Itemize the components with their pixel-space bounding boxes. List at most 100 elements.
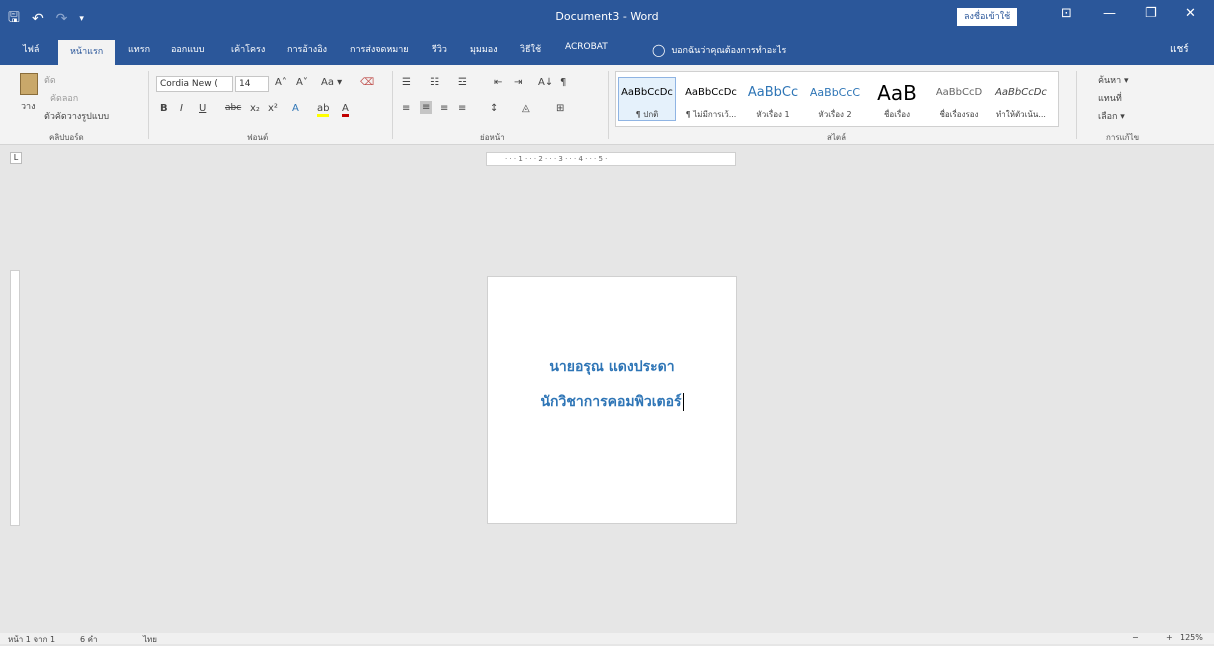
bold-button[interactable]: B bbox=[160, 103, 168, 114]
tab-layout[interactable]: เค้าโครง bbox=[231, 42, 265, 56]
paste-icon[interactable] bbox=[20, 73, 38, 95]
borders-icon[interactable]: ⊞ bbox=[556, 103, 564, 114]
close-icon[interactable]: ✕ bbox=[1185, 6, 1196, 21]
grow-font-button[interactable]: A˄ bbox=[275, 77, 287, 88]
tab-help[interactable]: วิธีใช้ bbox=[520, 42, 541, 56]
status-bar: หน้า 1 จาก 1 6 คำ ไทย − + 125% bbox=[0, 633, 1214, 644]
document-line[interactable]: นักวิชาการคอมพิวเตอร์ bbox=[488, 391, 736, 413]
italic-button[interactable]: I bbox=[180, 103, 183, 114]
tell-me-label: บอกฉันว่าคุณต้องการทำอะไร bbox=[671, 46, 787, 56]
zoom-level[interactable]: 125% bbox=[1180, 633, 1203, 642]
style-title[interactable]: AaB ชื่อเรื่อง bbox=[868, 78, 926, 121]
horizontal-ruler[interactable]: · · · 1 · · · 2 · · · 3 · · · 4 · · · 5 … bbox=[486, 152, 736, 166]
show-marks-icon[interactable]: ¶ bbox=[560, 77, 566, 88]
sort-icon[interactable]: A↓ bbox=[538, 77, 553, 88]
cut-button[interactable]: ตัด bbox=[44, 73, 56, 87]
word-count[interactable]: 6 คำ bbox=[80, 633, 97, 646]
font-label: ฟอนต์ bbox=[247, 133, 269, 142]
share-button[interactable]: แชร์ bbox=[1170, 42, 1189, 57]
tab-review[interactable]: รีวิว bbox=[432, 42, 447, 56]
tab-design[interactable]: ออกแบบ bbox=[171, 42, 205, 56]
redo-icon[interactable]: ↷ bbox=[56, 11, 68, 27]
ribbon-display-icon[interactable]: ⊡ bbox=[1061, 6, 1072, 21]
style-name: ชื่อเรื่อง bbox=[884, 110, 910, 119]
sign-in-button[interactable]: ลงชื่อเข้าใช้ bbox=[957, 8, 1018, 26]
lightbulb-icon: ◯ bbox=[652, 43, 666, 57]
tab-selector[interactable]: L bbox=[10, 152, 22, 164]
format-painter-button[interactable]: ตัวคัดวางรูปแบบ bbox=[44, 109, 109, 123]
tab-mailings[interactable]: การส่งจดหมาย bbox=[350, 42, 409, 56]
strikethrough-button[interactable]: abc bbox=[225, 103, 241, 113]
style-emphasis[interactable]: AaBbCcDc ทำให้ตัวเน้น... bbox=[992, 78, 1050, 121]
tab-view[interactable]: มุมมอง bbox=[470, 42, 498, 56]
style-name: ทำให้ตัวเน้น... bbox=[996, 110, 1046, 119]
tab-home[interactable]: หน้าแรก bbox=[58, 40, 116, 65]
style-heading-1[interactable]: AaBbCc หัวเรื่อง 1 bbox=[744, 78, 802, 121]
vertical-ruler[interactable] bbox=[10, 270, 20, 526]
tab-insert[interactable]: แทรก bbox=[128, 42, 150, 56]
window-title: Document3 - Word bbox=[555, 10, 659, 23]
font-name-select[interactable]: Cordia New ( bbox=[156, 76, 233, 92]
paste-label[interactable]: วาง bbox=[21, 99, 36, 113]
tab-acrobat[interactable]: ACROBAT bbox=[565, 42, 608, 52]
superscript-button[interactable]: x² bbox=[268, 103, 278, 114]
font-color-button[interactable]: A bbox=[342, 103, 349, 117]
language-status[interactable]: ไทย bbox=[143, 633, 157, 646]
numbering-icon[interactable]: ☷ bbox=[430, 77, 439, 88]
customize-qat-icon[interactable]: ▾ bbox=[79, 14, 84, 24]
subscript-button[interactable]: x₂ bbox=[250, 103, 260, 114]
style-sample: AaBbCcDc bbox=[621, 87, 673, 98]
document-page[interactable]: นายอรุณ แดงประดา นักวิชาการคอมพิวเตอร์ bbox=[487, 276, 737, 524]
ribbon-home: วาง ตัด คัดลอก ตัวคัดวางรูปแบบ คลิปบอร์ด… bbox=[0, 65, 1214, 145]
decrease-indent-icon[interactable]: ⇤ bbox=[494, 77, 502, 88]
title-bar: 🖫 ↶ ↷ ▾ Document3 - Word ลงชื่อเข้าใช้ ⊡… bbox=[0, 0, 1214, 34]
style-sample: AaB bbox=[877, 81, 917, 105]
align-left-icon[interactable]: ≡ bbox=[402, 103, 410, 114]
underline-button[interactable]: U bbox=[199, 103, 206, 114]
save-icon[interactable]: 🖫 bbox=[8, 7, 20, 31]
tab-file[interactable]: ไฟล์ bbox=[23, 42, 39, 56]
shading-icon[interactable]: ◬ bbox=[522, 103, 530, 114]
justify-icon[interactable]: ≡ bbox=[458, 103, 466, 114]
tab-references[interactable]: การอ้างอิง bbox=[287, 42, 327, 56]
multilevel-list-icon[interactable]: ☲ bbox=[458, 77, 467, 88]
copy-button[interactable]: คัดลอก bbox=[50, 91, 78, 105]
divider bbox=[1076, 71, 1077, 139]
styles-label: สไตล์ bbox=[827, 133, 847, 142]
style-name: ¶ ปกติ bbox=[635, 110, 659, 119]
restore-icon[interactable]: ❐ bbox=[1145, 6, 1157, 21]
bullets-icon[interactable]: ☰ bbox=[402, 77, 411, 88]
tell-me-search[interactable]: ◯ บอกฉันว่าคุณต้องการทำอะไร bbox=[652, 43, 786, 57]
page-count[interactable]: หน้า 1 จาก 1 bbox=[8, 633, 55, 646]
replace-button[interactable]: แทนที่ bbox=[1098, 91, 1122, 105]
style-normal[interactable]: AaBbCcDc ¶ ปกติ bbox=[618, 77, 676, 121]
style-no-spacing[interactable]: AaBbCcDc ¶ ไม่มีการเว้... bbox=[682, 78, 740, 121]
clear-formatting-icon[interactable]: ⌫ bbox=[360, 77, 374, 88]
find-button[interactable]: ค้นหา ▾ bbox=[1098, 73, 1129, 87]
font-size-select[interactable]: 14 bbox=[235, 76, 269, 92]
style-name: ชื่อเรื่องรอง bbox=[939, 110, 979, 119]
align-center-icon[interactable]: ≡ bbox=[420, 101, 433, 114]
highlight-button[interactable]: ab bbox=[317, 103, 330, 117]
change-case-button[interactable]: Aa ▾ bbox=[321, 77, 342, 88]
divider bbox=[148, 71, 149, 139]
divider bbox=[392, 71, 393, 139]
shrink-font-button[interactable]: A˅ bbox=[296, 77, 308, 88]
style-subtitle[interactable]: AaBbCcD ชื่อเรื่องรอง bbox=[930, 78, 988, 121]
increase-indent-icon[interactable]: ⇥ bbox=[514, 77, 522, 88]
ribbon-tabs: ไฟล์ หน้าแรก แทรก ออกแบบ เค้าโครง การอ้า… bbox=[0, 34, 1214, 65]
style-heading-2[interactable]: AaBbCcC หัวเรื่อง 2 bbox=[806, 78, 864, 121]
select-button[interactable]: เลือก ▾ bbox=[1098, 109, 1125, 123]
line-spacing-icon[interactable]: ↕ bbox=[490, 103, 498, 114]
undo-icon[interactable]: ↶ bbox=[32, 11, 44, 27]
style-sample: AaBbCcC bbox=[809, 86, 861, 99]
style-sample: AaBbCcDc bbox=[995, 87, 1047, 98]
zoom-in-button[interactable]: + bbox=[1166, 633, 1173, 642]
document-line[interactable]: นายอรุณ แดงประดา bbox=[488, 356, 736, 378]
style-name: ¶ ไม่มีการเว้... bbox=[685, 110, 737, 119]
zoom-out-button[interactable]: − bbox=[1132, 633, 1139, 642]
style-name: หัวเรื่อง 2 bbox=[818, 110, 852, 119]
text-effects-button[interactable]: A bbox=[292, 103, 299, 114]
align-right-icon[interactable]: ≡ bbox=[440, 103, 448, 114]
minimize-icon[interactable]: — bbox=[1103, 6, 1116, 21]
